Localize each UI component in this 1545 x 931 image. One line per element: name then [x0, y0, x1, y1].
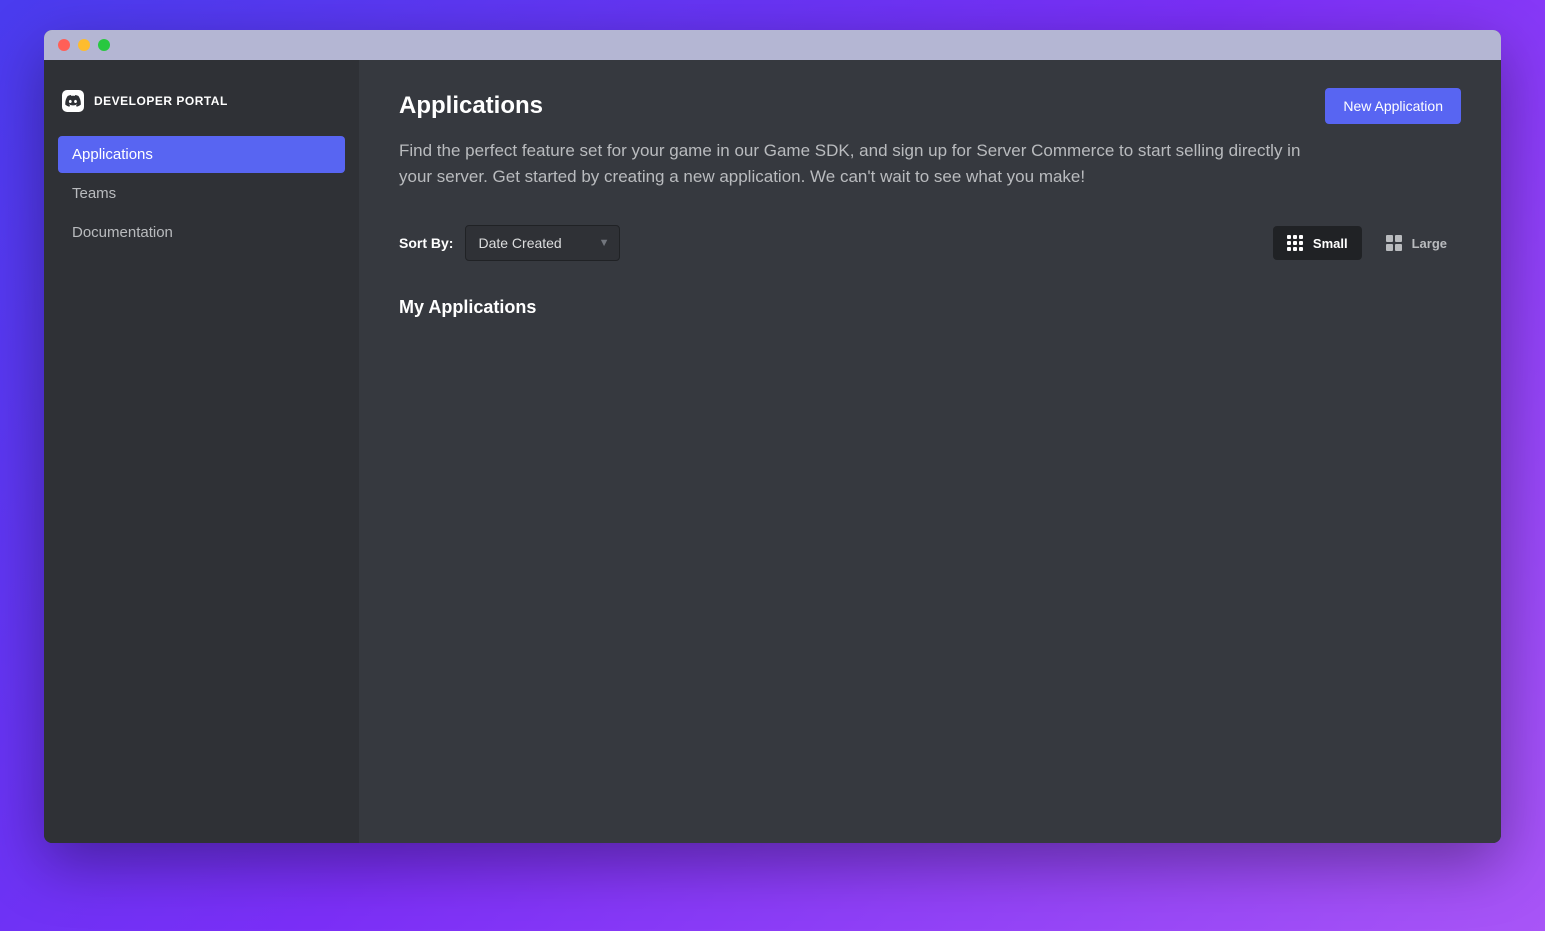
brand: DEVELOPER PORTAL [58, 84, 345, 130]
window-close-button[interactable] [58, 39, 70, 51]
window-maximize-button[interactable] [98, 39, 110, 51]
sidebar-item-documentation[interactable]: Documentation [58, 214, 345, 251]
new-application-button[interactable]: New Application [1325, 88, 1461, 124]
sidebar-item-label: Documentation [72, 224, 173, 241]
sidebar-nav: Applications Teams Documentation [58, 136, 345, 251]
view-small-button[interactable]: Small [1273, 226, 1362, 260]
controls-row: Sort By: Date Created ▼ Small [399, 225, 1461, 261]
main-content: Applications New Application Find the pe… [359, 60, 1501, 843]
page-title: Applications [399, 92, 543, 120]
view-large-button[interactable]: Large [1372, 226, 1461, 260]
brand-label: DEVELOPER PORTAL [94, 94, 228, 108]
window-titlebar [44, 30, 1501, 60]
sort-group: Sort By: Date Created ▼ [399, 225, 620, 261]
sidebar-item-label: Teams [72, 185, 116, 202]
sidebar-item-label: Applications [72, 146, 153, 163]
discord-logo-icon [62, 90, 84, 112]
window-body: DEVELOPER PORTAL Applications Teams Docu… [44, 60, 1501, 843]
app-window: DEVELOPER PORTAL Applications Teams Docu… [44, 30, 1501, 843]
window-minimize-button[interactable] [78, 39, 90, 51]
sidebar-item-teams[interactable]: Teams [58, 175, 345, 212]
grid-small-icon [1287, 235, 1303, 251]
sidebar-item-applications[interactable]: Applications [58, 136, 345, 173]
view-small-label: Small [1313, 236, 1348, 251]
view-toggles: Small Large [1273, 226, 1461, 260]
view-large-label: Large [1412, 236, 1447, 251]
sort-selected-value: Date Created [478, 235, 561, 251]
page-description: Find the perfect feature set for your ga… [399, 138, 1319, 189]
page-header: Applications New Application [399, 88, 1461, 124]
sort-label: Sort By: [399, 235, 453, 251]
sidebar: DEVELOPER PORTAL Applications Teams Docu… [44, 60, 359, 843]
grid-large-icon [1386, 235, 1402, 251]
my-applications-heading: My Applications [399, 297, 1461, 318]
sort-select[interactable]: Date Created ▼ [465, 225, 620, 261]
chevron-down-icon: ▼ [599, 237, 610, 249]
